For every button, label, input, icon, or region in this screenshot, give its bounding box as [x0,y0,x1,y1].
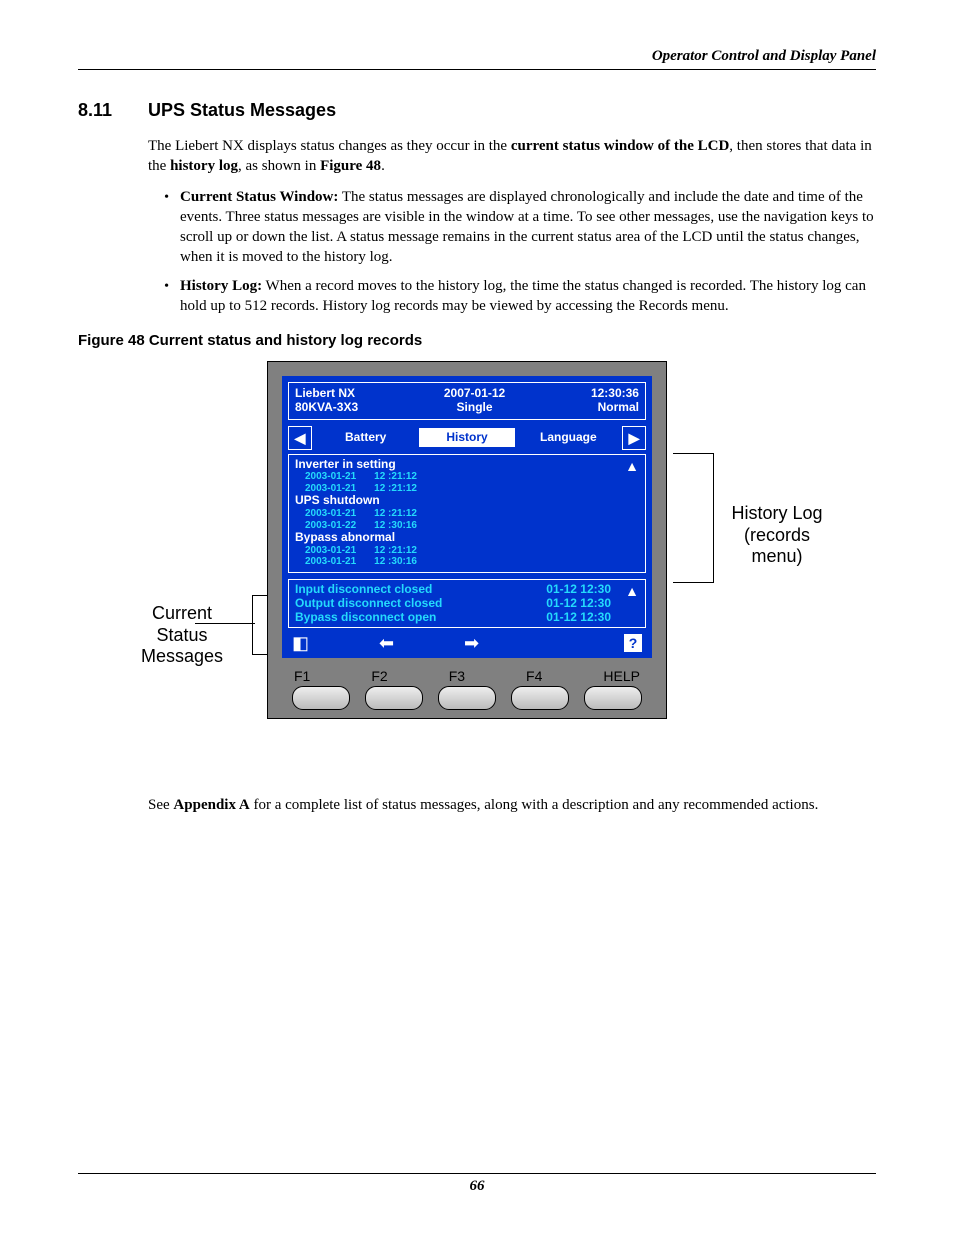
running-header: Operator Control and Display Panel [78,48,876,70]
mute-icon[interactable]: ◧ [292,634,309,652]
label-f3: F3 [449,668,465,684]
bullet-item: Current Status Window: The status messag… [176,187,876,268]
nav-next-icon[interactable]: ▶ [622,426,646,450]
history-row: 2003-01-21 12 :21:12 [295,508,639,520]
lcd-icon-row: ◧ ⬅ ➡ ? [288,634,646,654]
text: 2003-01-21 [305,556,356,568]
help-button[interactable] [584,686,642,710]
intro-paragraph: The Liebert NX displays status changes a… [148,136,876,177]
text-bold: history log [170,158,238,174]
status-row: Input disconnect closed 01-12 12:30 [295,583,639,597]
text: Output disconnect closed [295,597,442,611]
text: Messages [141,646,223,666]
lcd-header: Liebert NX 80KVA-3X3 2007-01-12 Single 1… [288,382,646,420]
hw-button-labels: F1 F2 F3 F4 HELP [282,658,652,684]
text: The Liebert NX displays status changes a… [148,138,511,154]
label-help: HELP [603,668,640,684]
history-group-title: Inverter in setting [295,458,639,472]
text: Single [457,400,493,414]
text: 2003-01-21 [305,545,356,557]
text: 2007-01-12 [444,386,505,400]
text: 12:30:36 [591,386,639,400]
arrow-right-icon[interactable]: ➡ [464,634,479,652]
annotation-history-log: History Log (records menu) [717,503,837,568]
text: 01-12 12:30 [546,597,611,611]
history-row: 2003-01-21 12 :30:16 [295,556,639,568]
f4-button[interactable] [511,686,569,710]
status-row: Bypass disconnect open 01-12 12:30 [295,611,639,625]
text: 12 :30:16 [374,556,417,568]
lcd-history-panel: ▲ Inverter in setting 2003-01-21 12 :21:1… [288,454,646,573]
text: 12 :21:12 [374,508,417,520]
section-title: UPS Status Messages [148,100,336,121]
figure-caption: Figure 48 Current status and history log… [78,332,876,349]
text: 12 :21:12 [374,471,417,483]
text: 2003-01-21 [305,471,356,483]
text-bold: current status window of the LCD [511,138,729,154]
lcd-header-center: 2007-01-12 Single [444,387,505,415]
history-group-title: UPS shutdown [295,494,639,508]
bullet-lead: History Log: [180,278,262,294]
history-row: 2003-01-21 12 :21:12 [295,545,639,557]
text-bold: Figure 48 [320,158,381,174]
text: 80KVA-3X3 [295,400,358,414]
text: History Log [731,503,822,523]
scroll-up-icon[interactable]: ▲ [625,459,639,473]
lcd-header-left: Liebert NX 80KVA-3X3 [295,387,358,415]
text: 01-12 12:30 [546,611,611,625]
figure-48: Current Status Messages History Log (rec… [117,361,837,781]
text: 12 :21:12 [374,545,417,557]
f1-button[interactable] [292,686,350,710]
bullet-item: History Log: When a record moves to the … [176,276,876,317]
f3-button[interactable] [438,686,496,710]
nav-prev-icon[interactable]: ◀ [288,426,312,450]
lcd-panel: Liebert NX 80KVA-3X3 2007-01-12 Single 1… [267,361,667,719]
text: (records [744,525,810,545]
text: 01-12 12:30 [546,583,611,597]
lcd-tab-row: ◀ Battery History Language ▶ [288,426,646,450]
history-row: 2003-01-21 12 :21:12 [295,471,639,483]
tab-battery[interactable]: Battery [318,428,413,448]
lcd-status-panel: ▲ Input disconnect closed 01-12 12:30 Out… [288,579,646,628]
f2-button[interactable] [365,686,423,710]
spacer [549,634,554,652]
status-row: Output disconnect closed 01-12 12:30 [295,597,639,611]
label-f1: F1 [294,668,310,684]
label-f4: F4 [526,668,542,684]
arrow-left-icon[interactable]: ⬅ [379,634,394,652]
page-number: 66 [78,1173,876,1195]
hw-button-row [282,684,652,710]
section-number: 8.11 [78,100,130,121]
section-heading: 8.11 UPS Status Messages [78,100,876,121]
annotation-bracket [673,453,714,583]
tab-history[interactable]: History [419,428,514,448]
lcd-screen: Liebert NX 80KVA-3X3 2007-01-12 Single 1… [282,376,652,658]
bullet-list: Current Status Window: The status messag… [148,187,876,317]
bullet-lead: Current Status Window: [180,189,338,205]
text: Normal [598,400,639,414]
text: . [381,158,385,174]
text: for a complete list of status messages, … [250,797,819,813]
text: 2003-01-21 [305,508,356,520]
help-icon[interactable]: ? [624,634,642,652]
scroll-up-icon[interactable]: ▲ [625,584,639,598]
tab-language[interactable]: Language [521,428,616,448]
text: Status [156,625,207,645]
text: Current [152,603,212,623]
text: Liebert NX [295,386,355,400]
lcd-header-right: 12:30:36 Normal [591,387,639,415]
text: See [148,797,173,813]
text: Bypass disconnect open [295,611,436,625]
bullet-body: When a record moves to the history log, … [180,278,866,314]
closing-paragraph: See Appendix A for a complete list of st… [148,795,876,815]
history-group-title: Bypass abnormal [295,531,639,545]
label-f2: F2 [371,668,387,684]
text: Input disconnect closed [295,583,432,597]
text: menu) [751,546,802,566]
annotation-current-status: Current Status Messages [117,603,247,668]
annotation-bracket [252,595,267,655]
text: , as shown in [238,158,320,174]
text: 12 :21:12 [374,483,417,495]
text-bold: Appendix A [173,797,249,813]
